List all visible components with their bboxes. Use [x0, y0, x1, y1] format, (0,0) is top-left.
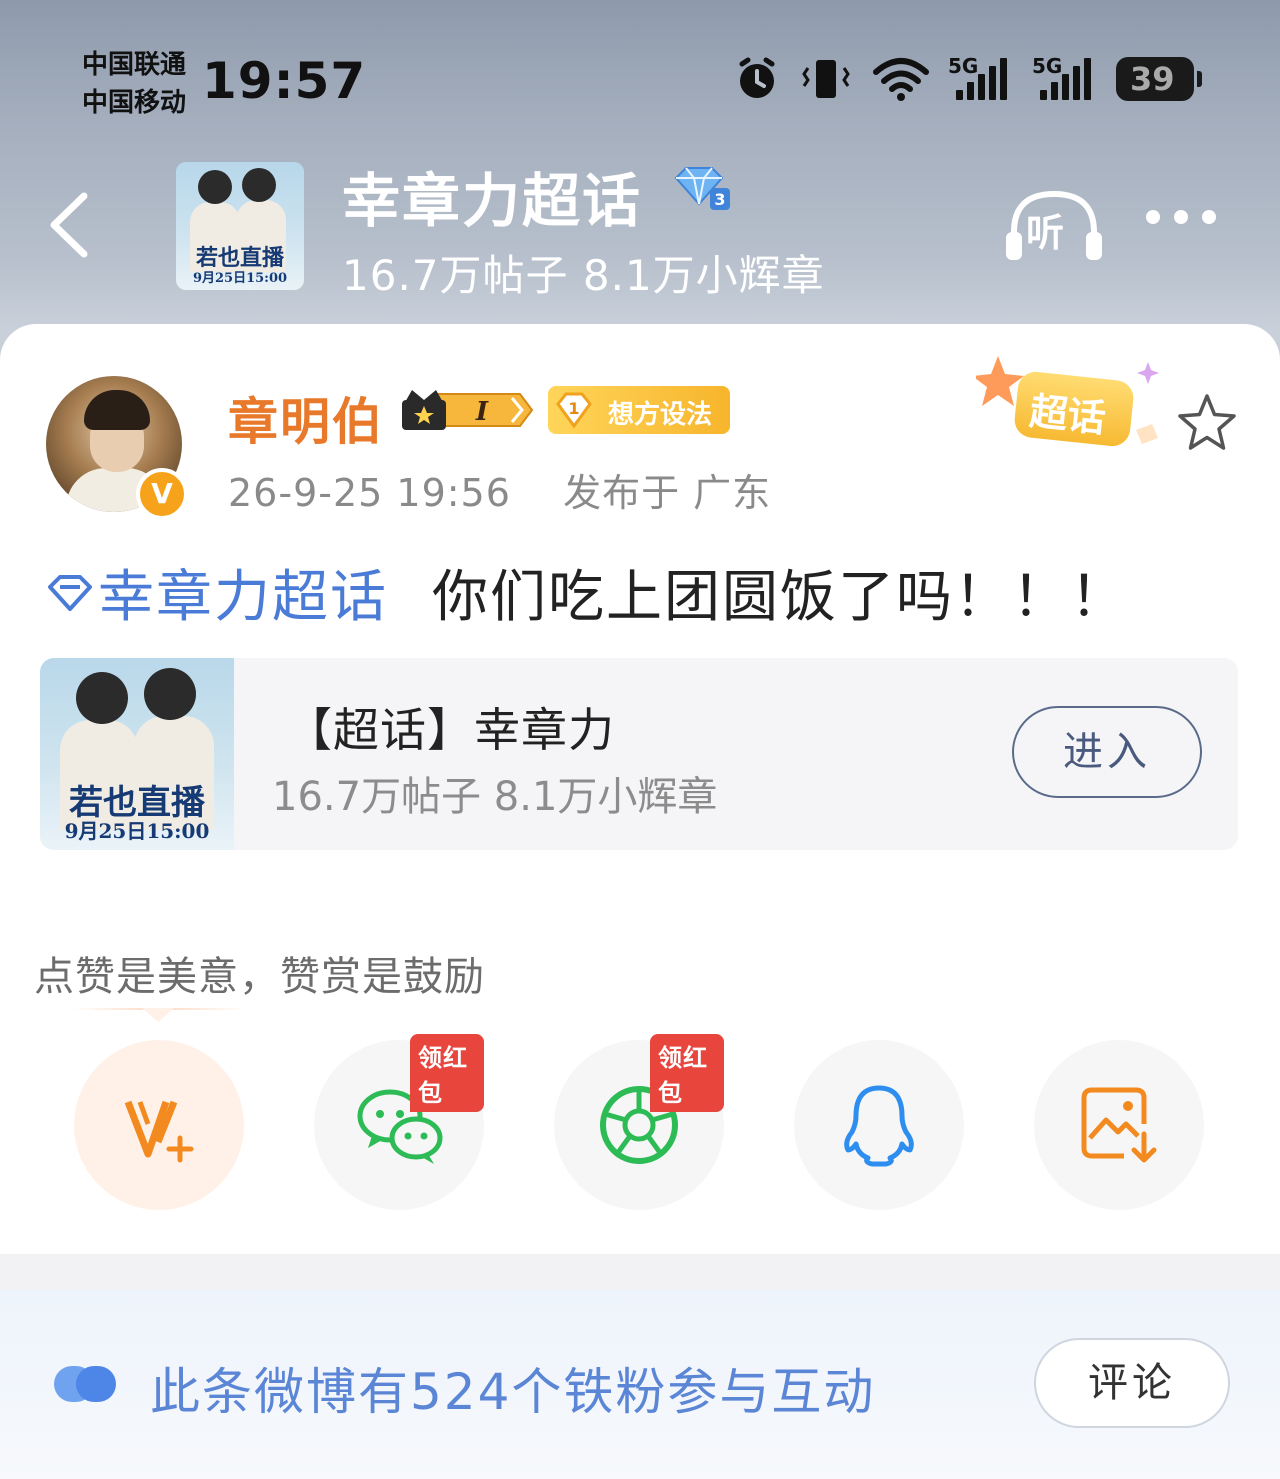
verified-badge: V [136, 468, 188, 520]
level-number: 3 [714, 190, 725, 209]
more-options-button[interactable] [1146, 210, 1216, 224]
thumb-date: 9月25日15:00 [64, 819, 210, 843]
carrier-info: 中国联通 中国移动 [82, 46, 186, 122]
wifi-icon [873, 58, 929, 101]
vibrate-icon [802, 60, 850, 98]
enter-button[interactable]: 进入 [1012, 706, 1202, 798]
signal-icon: 5G [948, 54, 1014, 100]
hint-pointer [72, 1008, 246, 1022]
status-bar: 中国联通 中国移动 19:57 5G 5G 39 [0, 0, 1280, 140]
dot-icon [1174, 210, 1188, 224]
crown-level-badge[interactable]: I [398, 386, 534, 434]
diamond-level-icon: 3 [674, 167, 730, 210]
author-name[interactable]: 章明伯 [228, 382, 384, 454]
chaohua-sticker: 超话 [976, 354, 1176, 464]
dot-icon [1146, 210, 1160, 224]
topic-title[interactable]: 幸章力超话 [342, 154, 642, 238]
fan-badge-number: 1 [568, 399, 579, 418]
network-type-2: 5G [1032, 54, 1063, 78]
crown-level: I [475, 397, 489, 427]
save-image-icon [1081, 1087, 1157, 1163]
listen-label: 听 [1026, 211, 1065, 255]
fan-badge-label: 想方设法 [608, 400, 713, 430]
back-icon[interactable] [42, 190, 98, 260]
listen-button[interactable]: 听 [1004, 188, 1104, 264]
topic-card[interactable]: 若也直播 9月25日15:00 【超话】幸章力 16.7万帖子 8.1万小辉章 … [40, 658, 1238, 850]
carrier-2: 中国移动 [82, 88, 187, 118]
topic-link[interactable]: 幸章力超话 [46, 552, 388, 633]
topic-card-stats: 16.7万帖子 8.1万小辉章 [272, 774, 718, 820]
topic-thumbnail: 若也直播 9月25日15:00 [40, 658, 234, 850]
qq-share-button[interactable] [794, 1040, 964, 1210]
fan-level-badge[interactable]: 1 想方设法 [548, 386, 730, 434]
fan-activity-icon [54, 1366, 116, 1402]
comment-button[interactable]: 评论 [1034, 1338, 1230, 1428]
favorite-star-icon[interactable] [1176, 392, 1238, 454]
status-icons: 5G 5G 39 [734, 54, 1202, 102]
topic-header: 若也直播 9月25日15:00 幸章力超话 3 16.7万帖子 8.1万小辉章 … [0, 150, 1280, 300]
carrier-1: 中国联通 [82, 50, 187, 80]
fan-interaction-bar: 此条微博有524个铁粉参与互动 评论 [0, 1290, 1280, 1479]
save-image-button[interactable] [1034, 1040, 1204, 1210]
post-body-text: 你们吃上团圆饭了吗！！！ [432, 565, 1128, 630]
topic-diamond-icon [48, 574, 92, 611]
reward-hint: 点赞是美意，赞赏是鼓励 [34, 954, 485, 1000]
reward-button[interactable] [74, 1040, 244, 1210]
network-type-1: 5G [948, 54, 979, 78]
wechat-share-button[interactable]: 领红包 [314, 1034, 484, 1210]
dot-icon [1202, 210, 1216, 224]
topic-card-title: 【超话】幸章力 [286, 703, 615, 757]
battery-level: 39 [1130, 60, 1175, 98]
qq-icon [844, 1085, 914, 1167]
topic-link-label: 幸章力超话 [98, 565, 388, 630]
reward-v-icon [124, 1100, 194, 1163]
topic-stats: 16.7万帖子 8.1万小辉章 [342, 251, 825, 300]
post-content: 幸章力超话 你们吃上团圆饭了吗！！！ [46, 552, 1128, 633]
sticker-label: 超话 [1027, 389, 1108, 441]
section-divider [0, 1254, 1280, 1290]
post-location: 发布于 广东 [563, 471, 772, 515]
topic-cover-image[interactable]: 若也直播 9月25日15:00 [176, 162, 304, 290]
fan-interaction-text[interactable]: 此条微博有524个铁粉参与互动 [150, 1352, 875, 1424]
battery-icon: 39 [1116, 57, 1202, 101]
red-packet-badge: 领红包 [650, 1034, 724, 1112]
post-date: 26-9-25 19:56 [228, 471, 511, 515]
diamond-icon: 1 [556, 392, 592, 429]
post-card: V 章明伯 I 1 想方设法 26-9-25 19:56 发布于 广东 超话 幸… [0, 324, 1280, 1254]
post-meta: 26-9-25 19:56 发布于 广东 [228, 462, 771, 517]
red-packet-badge: 领红包 [410, 1034, 484, 1112]
moments-share-button[interactable]: 领红包 [554, 1034, 724, 1210]
status-time: 19:57 [202, 52, 367, 110]
share-row: 领红包 领红包 [74, 1034, 1214, 1220]
alarm-icon [739, 57, 775, 98]
signal-icon: 5G [1032, 54, 1098, 100]
cover-date: 9月25日15:00 [192, 271, 288, 286]
